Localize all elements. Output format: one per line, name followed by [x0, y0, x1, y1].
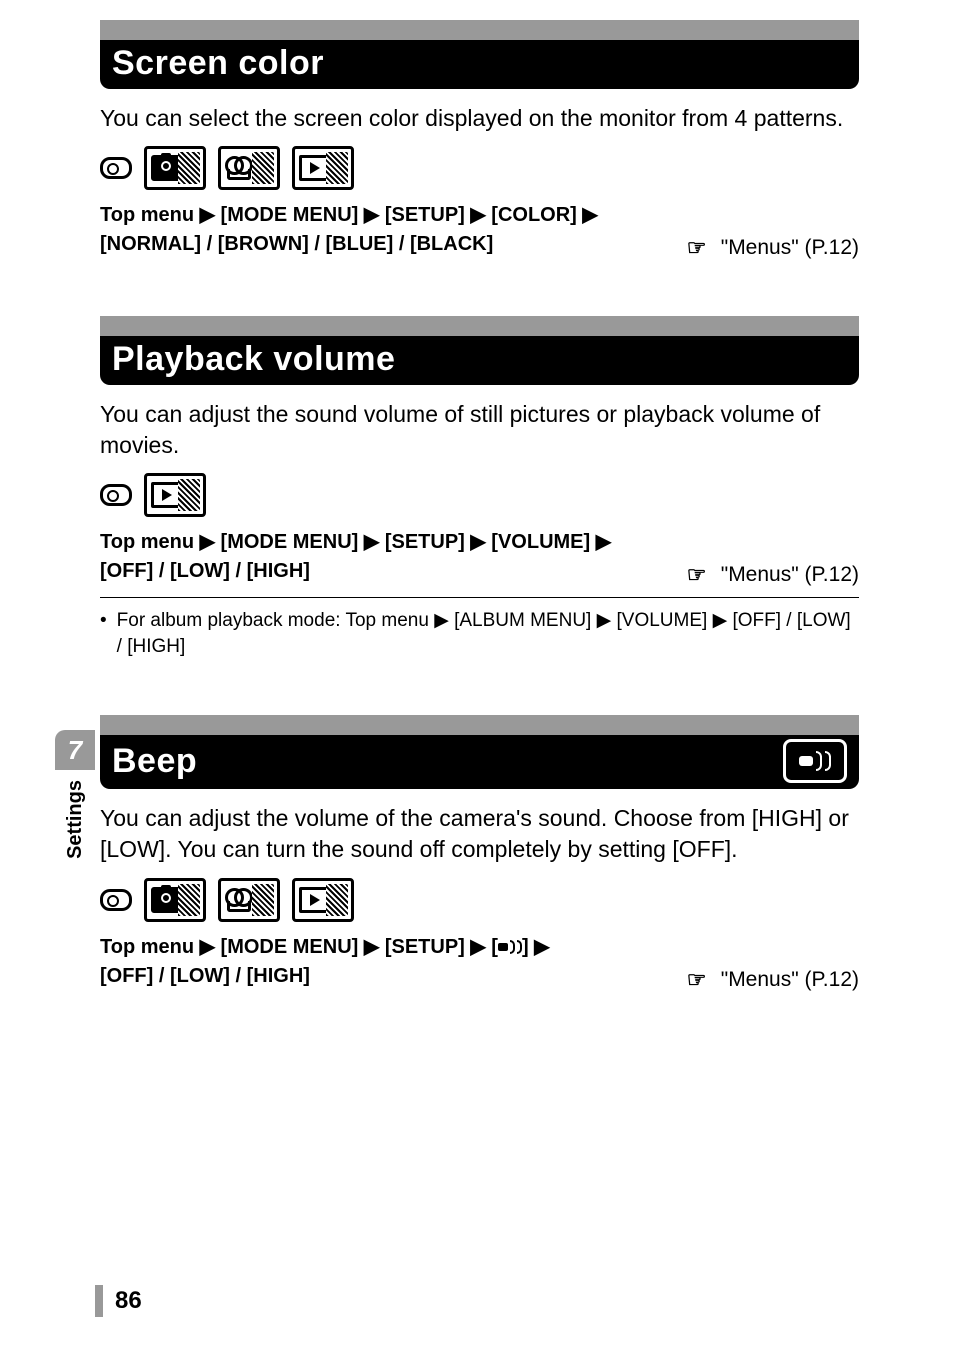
pointer-icon — [687, 565, 715, 585]
mode-dial-row — [100, 473, 859, 517]
dial-knob-icon — [100, 484, 132, 506]
section-playback-volume: Playback volume You can adjust the sound… — [100, 316, 859, 659]
menu-path-line-2: [NORMAL] / [BROWN] / [BLUE] / [BLACK] — [100, 231, 598, 258]
section-title: Screen color — [112, 44, 847, 83]
menu-path-line-1: Top menu ▶ [MODE MENU] ▶ [SETUP] ▶ [] ▶ — [100, 934, 550, 961]
cross-reference: "Menus" (P.12) — [687, 236, 859, 260]
chapter-tab: 7 Settings — [55, 730, 95, 859]
section-description: You can adjust the volume of the camera'… — [100, 803, 859, 865]
chapter-label: Settings — [64, 780, 87, 859]
menu-path-line-1: Top menu ▶ [MODE MENU] ▶ [SETUP] ▶ [COLO… — [100, 202, 598, 229]
section-title-bar: Beep — [100, 735, 859, 789]
reference-text: "Menus" (P.12) — [721, 563, 859, 587]
reference-text: "Menus" (P.12) — [721, 968, 859, 992]
dial-knob-icon — [100, 157, 132, 179]
mode-dial-row — [100, 146, 859, 190]
section-title-bar: Playback volume — [100, 336, 859, 385]
section-divider — [100, 20, 859, 40]
beep-inline-icon — [498, 940, 522, 954]
pointer-icon — [687, 970, 715, 990]
playback-mode-icon — [292, 146, 354, 190]
note-block: • For album playback mode: Top menu ▶ [A… — [100, 597, 859, 659]
section-title-bar: Screen color — [100, 40, 859, 89]
section-title: Beep — [112, 742, 197, 781]
section-description: You can adjust the sound volume of still… — [100, 399, 859, 461]
movie-mode-icon — [218, 878, 280, 922]
section-title: Playback volume — [112, 340, 847, 379]
cross-reference: "Menus" (P.12) — [687, 563, 859, 587]
beep-icon — [783, 739, 847, 783]
reference-text: "Menus" (P.12) — [721, 236, 859, 260]
cross-reference: "Menus" (P.12) — [687, 968, 859, 992]
page-number-tick-icon — [95, 1285, 103, 1317]
page-number: 86 — [115, 1287, 142, 1315]
bullet-icon: • — [100, 608, 107, 659]
camera-mode-icon — [144, 146, 206, 190]
camera-mode-icon — [144, 878, 206, 922]
menu-path-line-2: [OFF] / [LOW] / [HIGH] — [100, 963, 550, 990]
playback-mode-icon — [292, 878, 354, 922]
mode-dial-row — [100, 878, 859, 922]
section-screen-color: Screen color You can select the screen c… — [100, 20, 859, 260]
section-description: You can select the screen color displaye… — [100, 103, 859, 134]
section-divider — [100, 715, 859, 735]
section-divider — [100, 316, 859, 336]
playback-mode-icon — [144, 473, 206, 517]
page-number-bar: 86 — [95, 1285, 142, 1317]
menu-path-line-1: Top menu ▶ [MODE MENU] ▶ [SETUP] ▶ [VOLU… — [100, 529, 611, 556]
dial-knob-icon — [100, 889, 132, 911]
pointer-icon — [687, 238, 715, 258]
section-beep: Beep You can adjust the volume of the ca… — [100, 715, 859, 991]
menu-path-line-2: [OFF] / [LOW] / [HIGH] — [100, 558, 611, 585]
note-text: For album playback mode: Top menu ▶ [ALB… — [117, 608, 859, 659]
movie-mode-icon — [218, 146, 280, 190]
chapter-number: 7 — [55, 730, 95, 770]
